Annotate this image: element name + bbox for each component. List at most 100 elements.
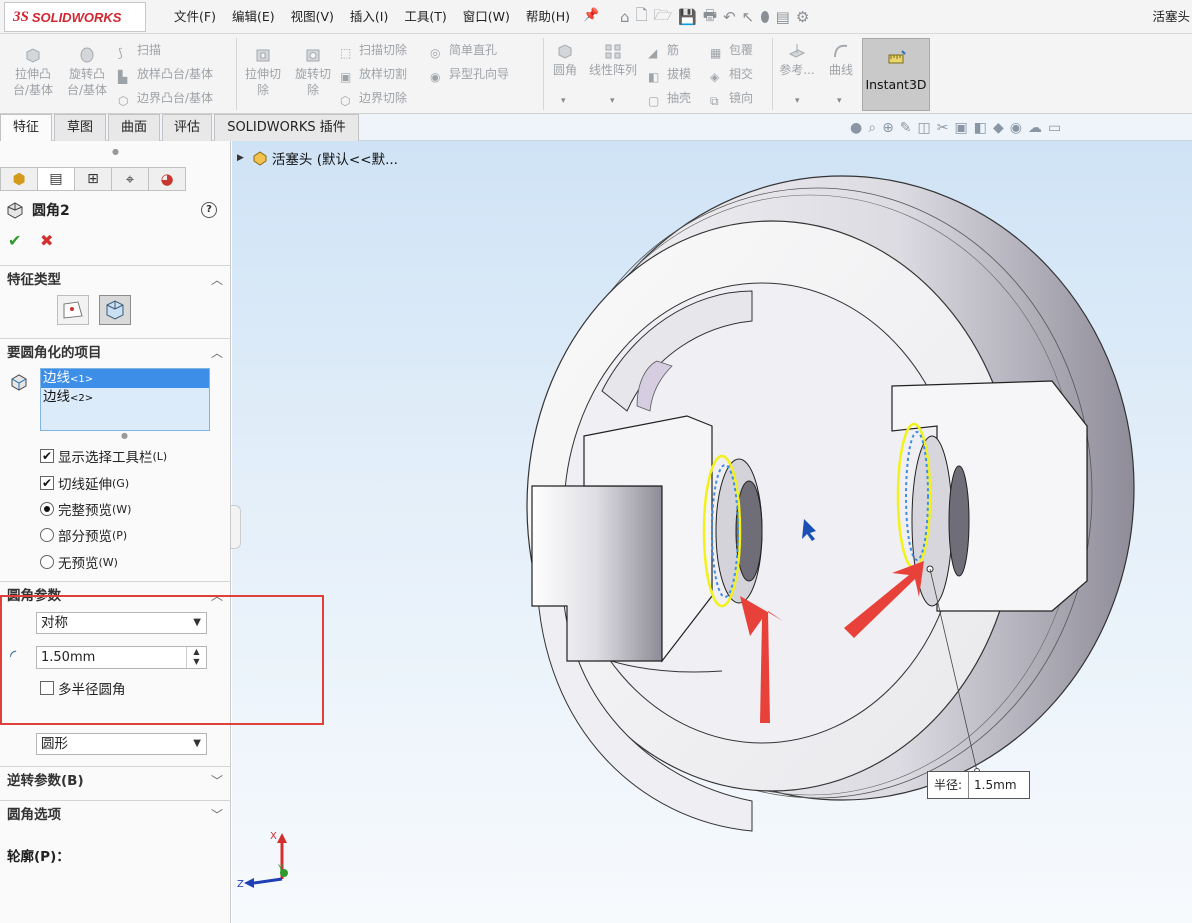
cancel-x-button[interactable]: ✖ [40,231,53,250]
undo-icon[interactable]: ↶ [723,8,736,26]
scenes-icon[interactable]: ☁ [1028,120,1042,136]
mirror-button[interactable]: ⧉ 镜向 [710,88,753,108]
menu-tools[interactable]: 工具(T) [396,0,454,34]
configuration-manager-tab[interactable]: ⊞ [74,167,112,191]
intersect-button[interactable]: ◈ 相交 [710,64,753,84]
previous-view-icon[interactable]: ✎ [900,120,912,136]
hide-show-icon[interactable]: ◆ [993,120,1004,136]
loft-cut-button[interactable]: ▣ 放样切割 [340,64,407,84]
revolve-cut-button[interactable]: 旋转切 除 [290,46,336,98]
property-manager-tab[interactable]: ▤ [37,167,75,191]
show-toolbar-checkbox[interactable]: ✔ [40,449,54,463]
show-selection-toolbar-option[interactable]: ✔ 显示选择工具栏 (L) [40,446,167,466]
menu-window[interactable]: 窗口(W) [455,0,518,34]
expand-arrow-icon[interactable]: ▶ [237,153,244,163]
profile-select[interactable]: 圆形 ▼ [36,733,207,755]
list-item[interactable]: 边线<2> [41,388,209,407]
view-settings-icon[interactable]: ▭ [1048,120,1061,136]
display-style-icon[interactable]: ◧ [974,120,987,136]
tangent-propagation-option[interactable]: ✔ 切线延伸 (G) [40,473,129,493]
menu-file[interactable]: 文件(F) [166,0,224,34]
draft-button[interactable]: ◧ 拔模 [648,64,691,84]
home-icon[interactable]: ⌂ [620,8,630,26]
boundary-cut-button[interactable]: ⬡ 边界切除 [340,88,407,108]
sweep-cut-button[interactable]: ⬚ 扫描切除 [340,40,407,60]
instant3d-button[interactable]: Instant3D [862,38,930,111]
pattern-dropdown-arrow[interactable]: ▾ [610,96,615,106]
menu-edit[interactable]: 编辑(E) [224,0,283,34]
loft-boss-button[interactable]: ▙ 放样凸台/基体 [118,64,213,84]
reference-dropdown-arrow[interactable]: ▾ [795,96,800,106]
options-gear-icon[interactable]: ⚙ [796,8,809,26]
list-resize-grip[interactable]: ● [121,431,128,440]
fillet-type-fillet-xpert-button[interactable] [57,295,89,325]
section-fillet-parameters[interactable]: 圆角参数 ︿ [0,581,231,611]
tab-surfaces[interactable]: 曲面 [108,114,160,141]
tab-addins[interactable]: SOLIDWORKS 插件 [214,114,359,141]
open-folder-icon[interactable]: 🗁 [654,5,673,30]
new-document-icon[interactable]: 🗋 [636,5,648,30]
items-to-fillet-list[interactable]: 边线<1> 边线<2> [40,368,210,431]
section-feature-type[interactable]: 特征类型 ︿ [0,265,231,295]
menu-help[interactable]: 帮助(H) [518,0,578,34]
pin-icon[interactable]: 📌 [583,8,599,23]
rib-button[interactable]: ◢ 筋 [648,40,679,60]
reference-geometry-button[interactable]: 参考... [778,42,816,78]
revolve-boss-button[interactable]: 旋转凸 台/基体 [62,46,112,98]
curves-dropdown-arrow[interactable]: ▾ [837,96,842,106]
fillet-type-manual-button[interactable] [99,295,131,325]
full-preview-radio[interactable] [40,502,54,516]
section-items-to-fillet[interactable]: 要圆角化的项目 ︿ [0,338,231,368]
menu-view[interactable]: 视图(V) [283,0,342,34]
view-light-icon[interactable]: ● [850,120,862,136]
simple-hole-button[interactable]: ◎ 简单直孔 [430,40,497,60]
partial-preview-radio[interactable] [40,528,54,542]
zoom-to-fit-icon[interactable]: ⌕ [868,120,876,136]
boundary-boss-button[interactable]: ⬡ 边界凸台/基体 [118,88,213,108]
section-setback-parameters[interactable]: 逆转参数(B) ﹀ [0,766,231,796]
help-icon[interactable]: ? [201,202,217,218]
sweep-button[interactable]: ⟆ 扫描 [118,40,161,60]
feature-manager-tab[interactable]: ⬢ [0,167,38,191]
panel-splitter-grip[interactable]: ● [0,141,231,163]
tab-sketch[interactable]: 草图 [54,114,106,141]
print-icon[interactable]: 🖶 [703,5,717,30]
piston-head-model[interactable]: X Z Y [232,141,1192,923]
feature-tree-flyout[interactable]: ▶ 活塞头 (默认<<默... [237,148,398,168]
full-preview-option[interactable]: 完整预览 (W) [40,499,131,519]
radius-callout-value[interactable]: 1.5mm [969,778,1016,792]
no-preview-radio[interactable] [40,555,54,569]
dimxpert-tab[interactable]: ⌖ [111,167,149,191]
no-preview-option[interactable]: 无预览 (W) [40,552,118,572]
rebuild-icon[interactable]: ⬮ [760,8,769,26]
hole-wizard-button[interactable]: ◉ 异型孔向导 [430,64,509,84]
multi-radius-option[interactable]: 多半径圆角 [40,678,126,698]
radius-input[interactable]: 1.50mm ▲ ▼ [36,646,207,669]
panel-collapse-grip[interactable] [231,505,241,549]
tangent-propagation-checkbox[interactable]: ✔ [40,476,54,490]
extrude-cut-button[interactable]: 拉伸切 除 [240,46,286,98]
radius-callout[interactable]: 半径: 1.5mm [927,771,1030,799]
curves-button[interactable]: 曲线 [824,42,858,78]
section-fillet-options[interactable]: 圆角选项 ﹀ [0,800,231,830]
extrude-boss-button[interactable]: 拉伸凸 台/基体 [8,46,58,98]
linear-pattern-button[interactable]: 线性阵列 [586,42,640,78]
shell-button[interactable]: ▢ 抽壳 [648,88,691,108]
wrap-button[interactable]: ▦ 包覆 [710,40,753,60]
tab-evaluate[interactable]: 评估 [162,114,212,141]
file-properties-icon[interactable]: ▤ [776,8,790,26]
zoom-area-icon[interactable]: ⊕ [882,120,894,136]
dynamic-annotation-icon[interactable]: ✂ [937,120,949,136]
list-item[interactable]: 边线<1> [41,369,209,388]
partial-preview-option[interactable]: 部分预览 (P) [40,525,127,545]
tab-features[interactable]: 特征 [0,114,52,141]
fillet-button[interactable]: 圆角 [548,42,582,78]
save-icon[interactable]: 💾 [678,8,697,26]
ok-checkmark-button[interactable]: ✔ [8,231,21,250]
display-manager-tab[interactable]: ◕ [148,167,186,191]
edit-appearance-icon[interactable]: ◉ [1010,120,1022,136]
menu-insert[interactable]: 插入(I) [342,0,396,34]
view-orientation-icon[interactable]: ▣ [955,120,968,136]
radius-spinner[interactable]: ▲ ▼ [186,647,206,668]
fillet-dropdown-arrow[interactable]: ▾ [561,96,566,106]
